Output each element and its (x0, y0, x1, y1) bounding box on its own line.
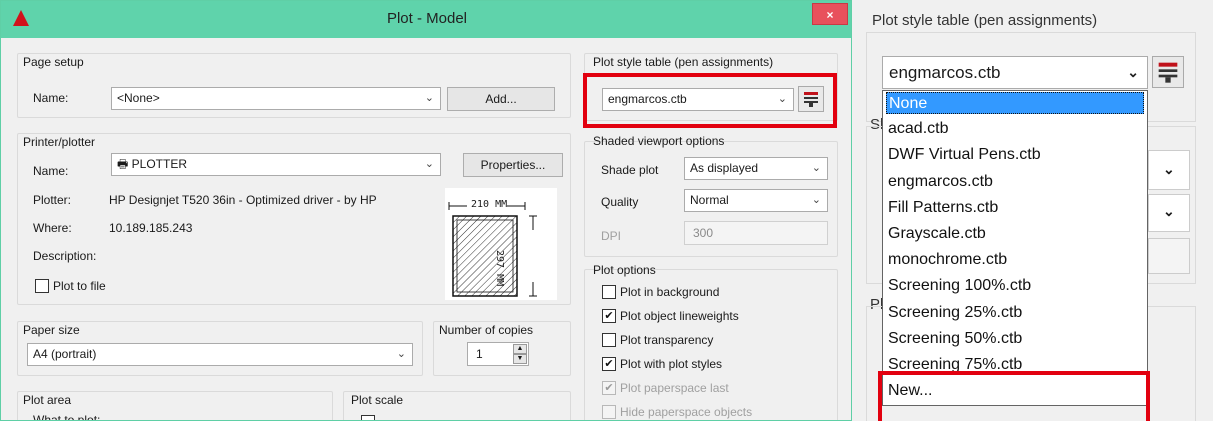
copies-label: Number of copies (439, 323, 534, 337)
title-bar[interactable]: Plot - Model × (1, 1, 851, 38)
plot-option-checkbox[interactable]: ✔ (602, 357, 616, 371)
zoom-plot-style-label: Plot style table (pen assignments) (872, 12, 1098, 29)
paper-preview: 210 MM 297 MM (445, 188, 557, 300)
plot-option-checkbox[interactable] (602, 285, 616, 299)
dropdown-item[interactable]: acad.ctb (886, 118, 1144, 140)
dialog-title: Plot - Model (386, 10, 468, 27)
page-setup-name-label: Name: (33, 91, 69, 105)
printer-icon: 🖶 (117, 157, 132, 171)
zoom-plot-style-select[interactable]: engmarcos.ctb ⌄ (882, 56, 1148, 89)
highlight-box-new-item (878, 371, 1150, 421)
where-value: 10.189.185.243 (109, 221, 193, 235)
plot-option-label: Plot with plot styles (620, 357, 723, 371)
highlight-box-plot-style (583, 73, 837, 128)
page-setup-name-value: <None> (117, 91, 160, 105)
plot-option-checkbox[interactable] (602, 333, 616, 347)
zoom-bg-field (1148, 238, 1190, 274)
plot-to-file-checkbox[interactable] (35, 279, 49, 293)
chevron-down-icon: ⌄ (1163, 161, 1175, 177)
plot-scale-label: Plot scale (351, 393, 404, 407)
chevron-down-icon: ⌄ (396, 348, 406, 360)
zoom-plot-style-value: engmarcos.ctb (889, 63, 1001, 82)
dropdown-item[interactable]: Screening 25%.ctb (886, 302, 1144, 324)
what-to-plot-label: What to plot: (33, 413, 101, 421)
plotter-label: Plotter: (33, 193, 72, 207)
zoom-edit-pen-assignments-icon[interactable] (1152, 56, 1184, 88)
plot-option-checkbox: ✔ (602, 381, 616, 395)
page-setup-name-select[interactable]: <None> ⌄ (111, 87, 441, 110)
dpi-label: DPI (601, 229, 622, 243)
shade-plot-value: As displayed (690, 161, 759, 175)
plotter-value: HP Designjet T520 36in - Optimized drive… (109, 193, 377, 207)
plot-option-label: Plot in background (620, 285, 720, 299)
copies-value: 1 (476, 347, 483, 361)
dropdown-item[interactable]: Screening 100%.ctb (886, 275, 1144, 297)
dropdown-item[interactable]: Grayscale.ctb (886, 223, 1144, 245)
plot-style-table-label: Plot style table (pen assignments) (593, 55, 774, 69)
close-button[interactable]: × (812, 3, 848, 25)
quality-value: Normal (690, 193, 729, 207)
paper-size-select[interactable]: A4 (portrait) ⌄ (27, 343, 413, 366)
dropdown-item[interactable]: DWF Virtual Pens.ctb (886, 144, 1144, 166)
chevron-down-icon: ⌄ (424, 92, 434, 104)
zoom-bg-select-2: ⌄ (1148, 194, 1190, 232)
dpi-field[interactable]: 300 (684, 221, 828, 245)
add-button[interactable]: Add... (447, 87, 555, 111)
fit-to-paper-checkbox[interactable] (361, 415, 375, 420)
stepper-up-icon[interactable]: ▲ (513, 344, 527, 354)
dropdown-item[interactable]: Screening 50%.ctb (886, 328, 1144, 350)
zoomed-plot-style-panel: Plot style table (pen assignments) engma… (852, 0, 1213, 421)
dropdown-item[interactable]: Fill Patterns.ctb (886, 197, 1144, 219)
quality-select[interactable]: Normal ⌄ (684, 189, 828, 212)
stepper-down-icon[interactable]: ▼ (513, 354, 527, 364)
properties-button[interactable]: Properties... (463, 153, 563, 177)
preview-width-label: 210 MM (471, 199, 508, 210)
plot-style-dropdown-list[interactable]: None acad.ctb DWF Virtual Pens.ctb engmarco… (882, 90, 1148, 406)
chevron-down-icon: ⌄ (1163, 203, 1175, 219)
plot-option-checkbox (602, 405, 616, 419)
chevron-down-icon: ⌄ (811, 162, 821, 174)
page-setup-label: Page setup (23, 55, 84, 69)
paper-size-label: Paper size (23, 323, 80, 337)
plot-option-label: Plot transparency (620, 333, 714, 347)
plot-option-label: Plot object lineweights (620, 309, 739, 323)
plot-option-checkbox[interactable]: ✔ (602, 309, 616, 323)
chevron-down-icon: ⌄ (811, 194, 821, 206)
printer-plotter-label: Printer/plotter (23, 135, 96, 149)
dropdown-item[interactable]: engmarcos.ctb (886, 171, 1144, 193)
chevron-down-icon: ⌄ (1127, 64, 1139, 80)
shade-plot-select[interactable]: As displayed ⌄ (684, 157, 828, 180)
preview-height-label: 297 MM (494, 250, 505, 287)
chevron-down-icon: ⌄ (424, 158, 434, 170)
paper-size-value: A4 (portrait) (33, 347, 97, 361)
where-label: Where: (33, 221, 72, 235)
description-label: Description: (33, 249, 97, 263)
shaded-viewport-label: Shaded viewport options (593, 134, 725, 148)
printer-name-select[interactable]: 🖶 PLOTTER ⌄ (111, 153, 441, 176)
dropdown-item[interactable]: monochrome.ctb (886, 249, 1144, 271)
plot-options-label: Plot options (593, 263, 656, 277)
plot-to-file-label: Plot to file (53, 279, 106, 293)
printer-name-label: Name: (33, 164, 69, 178)
quality-label: Quality (601, 195, 639, 209)
copies-stepper[interactable]: 1 ▲ ▼ (467, 342, 529, 366)
plot-option-label: Hide paperspace objects (620, 405, 753, 419)
zoom-bg-select-1: ⌄ (1148, 150, 1190, 190)
plot-area-label: Plot area (23, 393, 72, 407)
dropdown-item[interactable]: None (886, 92, 1144, 114)
shade-plot-label: Shade plot (601, 163, 659, 177)
plot-dialog: Plot - Model × Page setup Name: <None> ⌄… (0, 0, 852, 421)
printer-name-value: PLOTTER (131, 157, 188, 171)
plot-option-label: Plot paperspace last (620, 381, 729, 395)
